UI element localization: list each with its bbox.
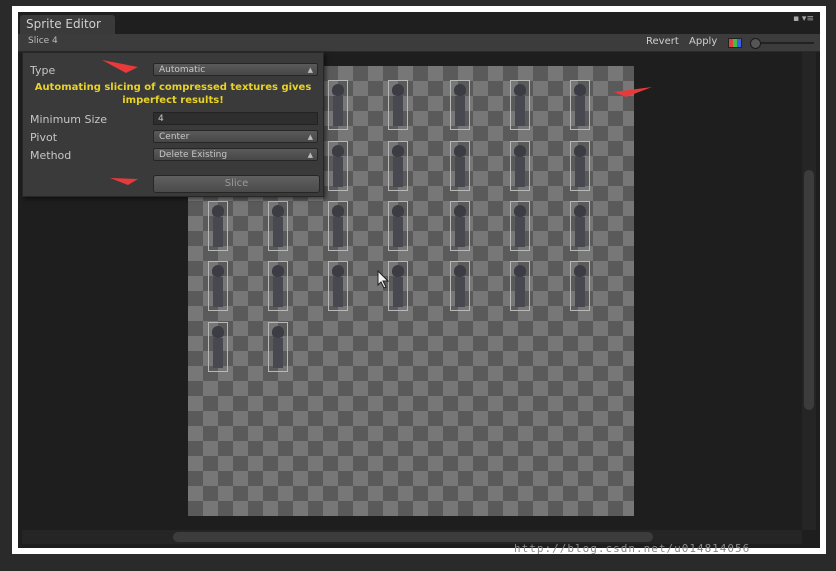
horizontal-scroll-thumb[interactable] (173, 532, 653, 542)
dropdown-arrow-icon: ▲ (307, 66, 313, 74)
tab-sprite-editor[interactable]: Sprite Editor (20, 15, 115, 34)
sprite-slice[interactable] (570, 141, 590, 191)
sprite-slice[interactable] (328, 261, 348, 311)
sprite-slice[interactable] (510, 261, 530, 311)
apply-button[interactable]: Apply (689, 36, 717, 47)
slice-settings-panel: Type Automatic ▲ Automating slicing of c… (22, 52, 324, 197)
red-arrow-annotation (102, 60, 138, 73)
sprite-slice[interactable] (570, 80, 590, 130)
mouse-cursor-icon (377, 270, 390, 289)
editor-toolbar: Slice 4 Revert Apply (18, 34, 820, 52)
type-label: Type (30, 64, 56, 77)
watermark-url: http://blog.csdn.net/u014814056 (514, 542, 751, 555)
method-label: Method (30, 149, 72, 162)
sprite-slice[interactable] (570, 261, 590, 311)
sprite-slice[interactable] (450, 141, 470, 191)
slice-button[interactable]: Slice (153, 175, 320, 193)
vertical-scroll-thumb[interactable] (804, 170, 814, 410)
sprite-slice[interactable] (328, 201, 348, 251)
minimum-size-field[interactable]: 4 (153, 112, 318, 125)
zoom-slider-knob[interactable] (750, 38, 761, 49)
sprite-slice[interactable] (328, 141, 348, 191)
sprite-slice[interactable] (510, 80, 530, 130)
pivot-dropdown-value: Center (159, 132, 190, 142)
sprite-slice[interactable] (450, 201, 470, 251)
sprite-slice[interactable] (510, 201, 530, 251)
dropdown-arrow-icon: ▲ (307, 133, 313, 141)
sprite-slice[interactable] (450, 80, 470, 130)
sprite-slice[interactable] (208, 322, 228, 372)
red-arrow-annotation (614, 87, 652, 97)
color-channel-icon[interactable] (728, 38, 742, 48)
slice-count-label: Slice 4 (28, 36, 58, 46)
method-dropdown[interactable]: Delete Existing ▲ (153, 148, 318, 161)
sprite-slice[interactable] (268, 322, 288, 372)
warning-line-1: Automating slicing of compressed texture… (34, 82, 312, 93)
minimum-size-label: Minimum Size (30, 113, 108, 126)
sprite-slice[interactable] (388, 201, 408, 251)
sprite-slice[interactable] (450, 261, 470, 311)
pivot-dropdown[interactable]: Center ▲ (153, 130, 318, 143)
sprite-slice[interactable] (388, 261, 408, 311)
method-dropdown-value: Delete Existing (159, 150, 228, 160)
sprite-slice[interactable] (328, 80, 348, 130)
zoom-slider-track[interactable] (756, 42, 814, 44)
sprite-slice[interactable] (268, 201, 288, 251)
window-controls[interactable]: ▪ ▾≡ (793, 14, 814, 24)
sprite-slice[interactable] (208, 261, 228, 311)
window-tab-bar: Sprite Editor ▪ ▾≡ (18, 12, 820, 34)
red-arrow-annotation (110, 178, 138, 185)
dropdown-arrow-icon: ▲ (307, 151, 313, 159)
revert-button[interactable]: Revert (646, 36, 679, 47)
sprite-editor-window: Sprite Editor ▪ ▾≡ Slice 4 Revert Apply … (18, 12, 820, 548)
sprite-slice[interactable] (510, 141, 530, 191)
type-dropdown-value: Automatic (159, 65, 206, 75)
pivot-label: Pivot (30, 131, 58, 144)
compression-warning: Automating slicing of compressed texture… (23, 81, 323, 107)
sprite-slice[interactable] (388, 80, 408, 130)
sprite-slice[interactable] (208, 201, 228, 251)
sprite-slice[interactable] (268, 261, 288, 311)
warning-line-2: imperfect results! (122, 95, 224, 106)
sprite-slice[interactable] (570, 201, 590, 251)
type-dropdown[interactable]: Automatic ▲ (153, 63, 318, 76)
sprite-slice[interactable] (388, 141, 408, 191)
